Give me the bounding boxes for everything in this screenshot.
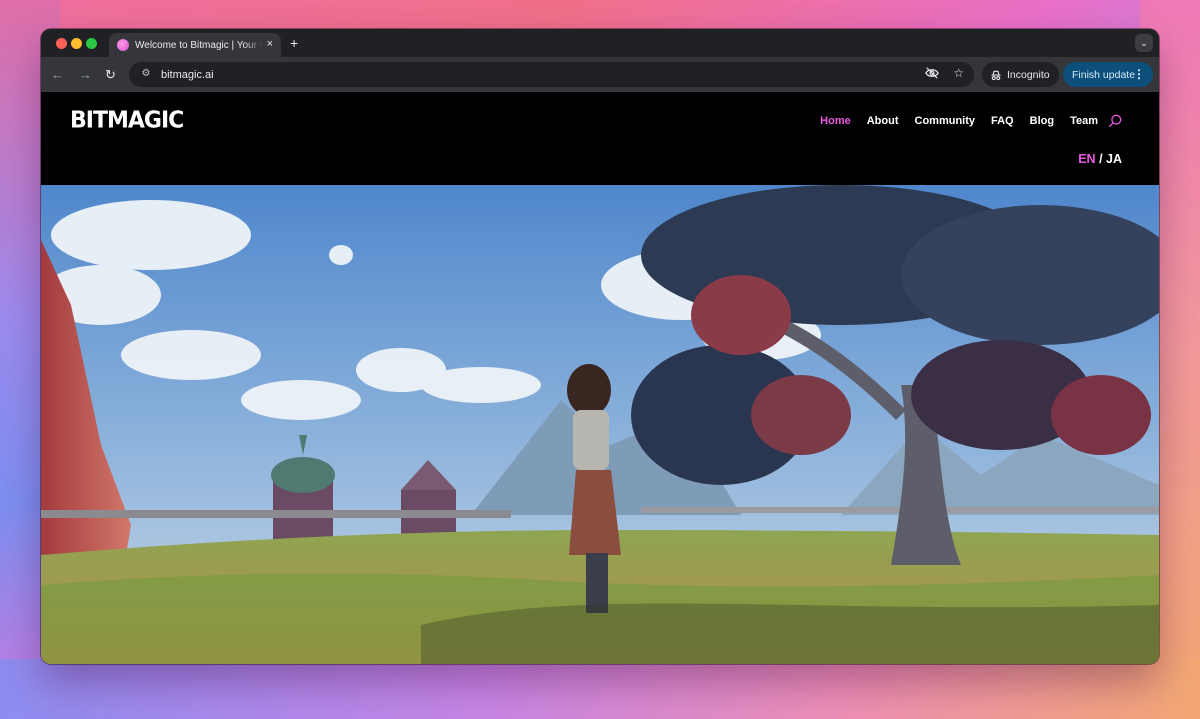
web-page: BITMAGIC Home About Community FAQ Blog T… (41, 92, 1159, 664)
site-info-icon[interactable]: ⚙ (139, 68, 153, 82)
browser-tab[interactable]: Welcome to Bitmagic | Your G × (109, 33, 281, 57)
more-icon[interactable]: ⋮ (1133, 67, 1145, 81)
forward-icon[interactable]: → (79, 67, 92, 82)
incognito-label: Incognito (1007, 68, 1050, 81)
reload-icon[interactable]: ↻ (105, 67, 116, 83)
tab-search-button[interactable]: ⌄ (1135, 34, 1153, 52)
nav-about[interactable]: About (867, 115, 899, 127)
finish-update-label: Finish update (1072, 68, 1136, 81)
incognito-icon (991, 70, 1001, 80)
background-bottom (0, 659, 1200, 719)
finish-update-button[interactable]: Finish update ⋮ (1063, 62, 1153, 87)
nav-blog[interactable]: Blog (1030, 115, 1054, 127)
eye-off-icon[interactable] (925, 66, 940, 80)
lang-separator: / (1095, 152, 1107, 166)
close-window-button[interactable] (56, 38, 67, 49)
hero-video[interactable] (41, 185, 1159, 664)
language-switcher: EN / JA (1078, 152, 1122, 166)
maximize-window-button[interactable] (86, 38, 97, 49)
nav-community[interactable]: Community (915, 115, 976, 127)
main-nav: Home About Community FAQ Blog Team (804, 114, 1122, 128)
star-icon[interactable]: ☆ (953, 66, 964, 80)
lang-ja-link[interactable]: JA (1106, 152, 1122, 166)
tab-strip: Welcome to Bitmagic | Your G × + ⌄ (41, 29, 1159, 57)
incognito-indicator[interactable]: Incognito (982, 62, 1059, 87)
url-text[interactable]: bitmagic.ai (161, 69, 214, 81)
browser-toolbar: ← → ↻ ⚙ bitmagic.ai ☆ Incognito Finish u… (41, 57, 1159, 92)
minimize-window-button[interactable] (71, 38, 82, 49)
back-icon[interactable]: ← (51, 67, 64, 82)
nav-team[interactable]: Team (1070, 115, 1098, 127)
lang-en-link[interactable]: EN (1078, 152, 1095, 166)
nav-faq[interactable]: FAQ (991, 115, 1014, 127)
browser-window: Welcome to Bitmagic | Your G × + ⌄ ← → ↻… (41, 29, 1159, 664)
new-tab-button[interactable]: + (290, 35, 298, 51)
site-logo[interactable]: BITMAGIC (70, 107, 184, 133)
search-icon[interactable] (1108, 114, 1122, 128)
site-header: BITMAGIC Home About Community FAQ Blog T… (41, 92, 1159, 185)
nav-home[interactable]: Home (820, 115, 851, 127)
favicon-icon (117, 39, 129, 51)
tab-title: Welcome to Bitmagic | Your G (135, 39, 263, 51)
address-bar[interactable]: ⚙ bitmagic.ai ☆ (129, 62, 974, 87)
hero-game-scene (41, 185, 1159, 664)
tab-close-icon[interactable]: × (267, 38, 273, 50)
